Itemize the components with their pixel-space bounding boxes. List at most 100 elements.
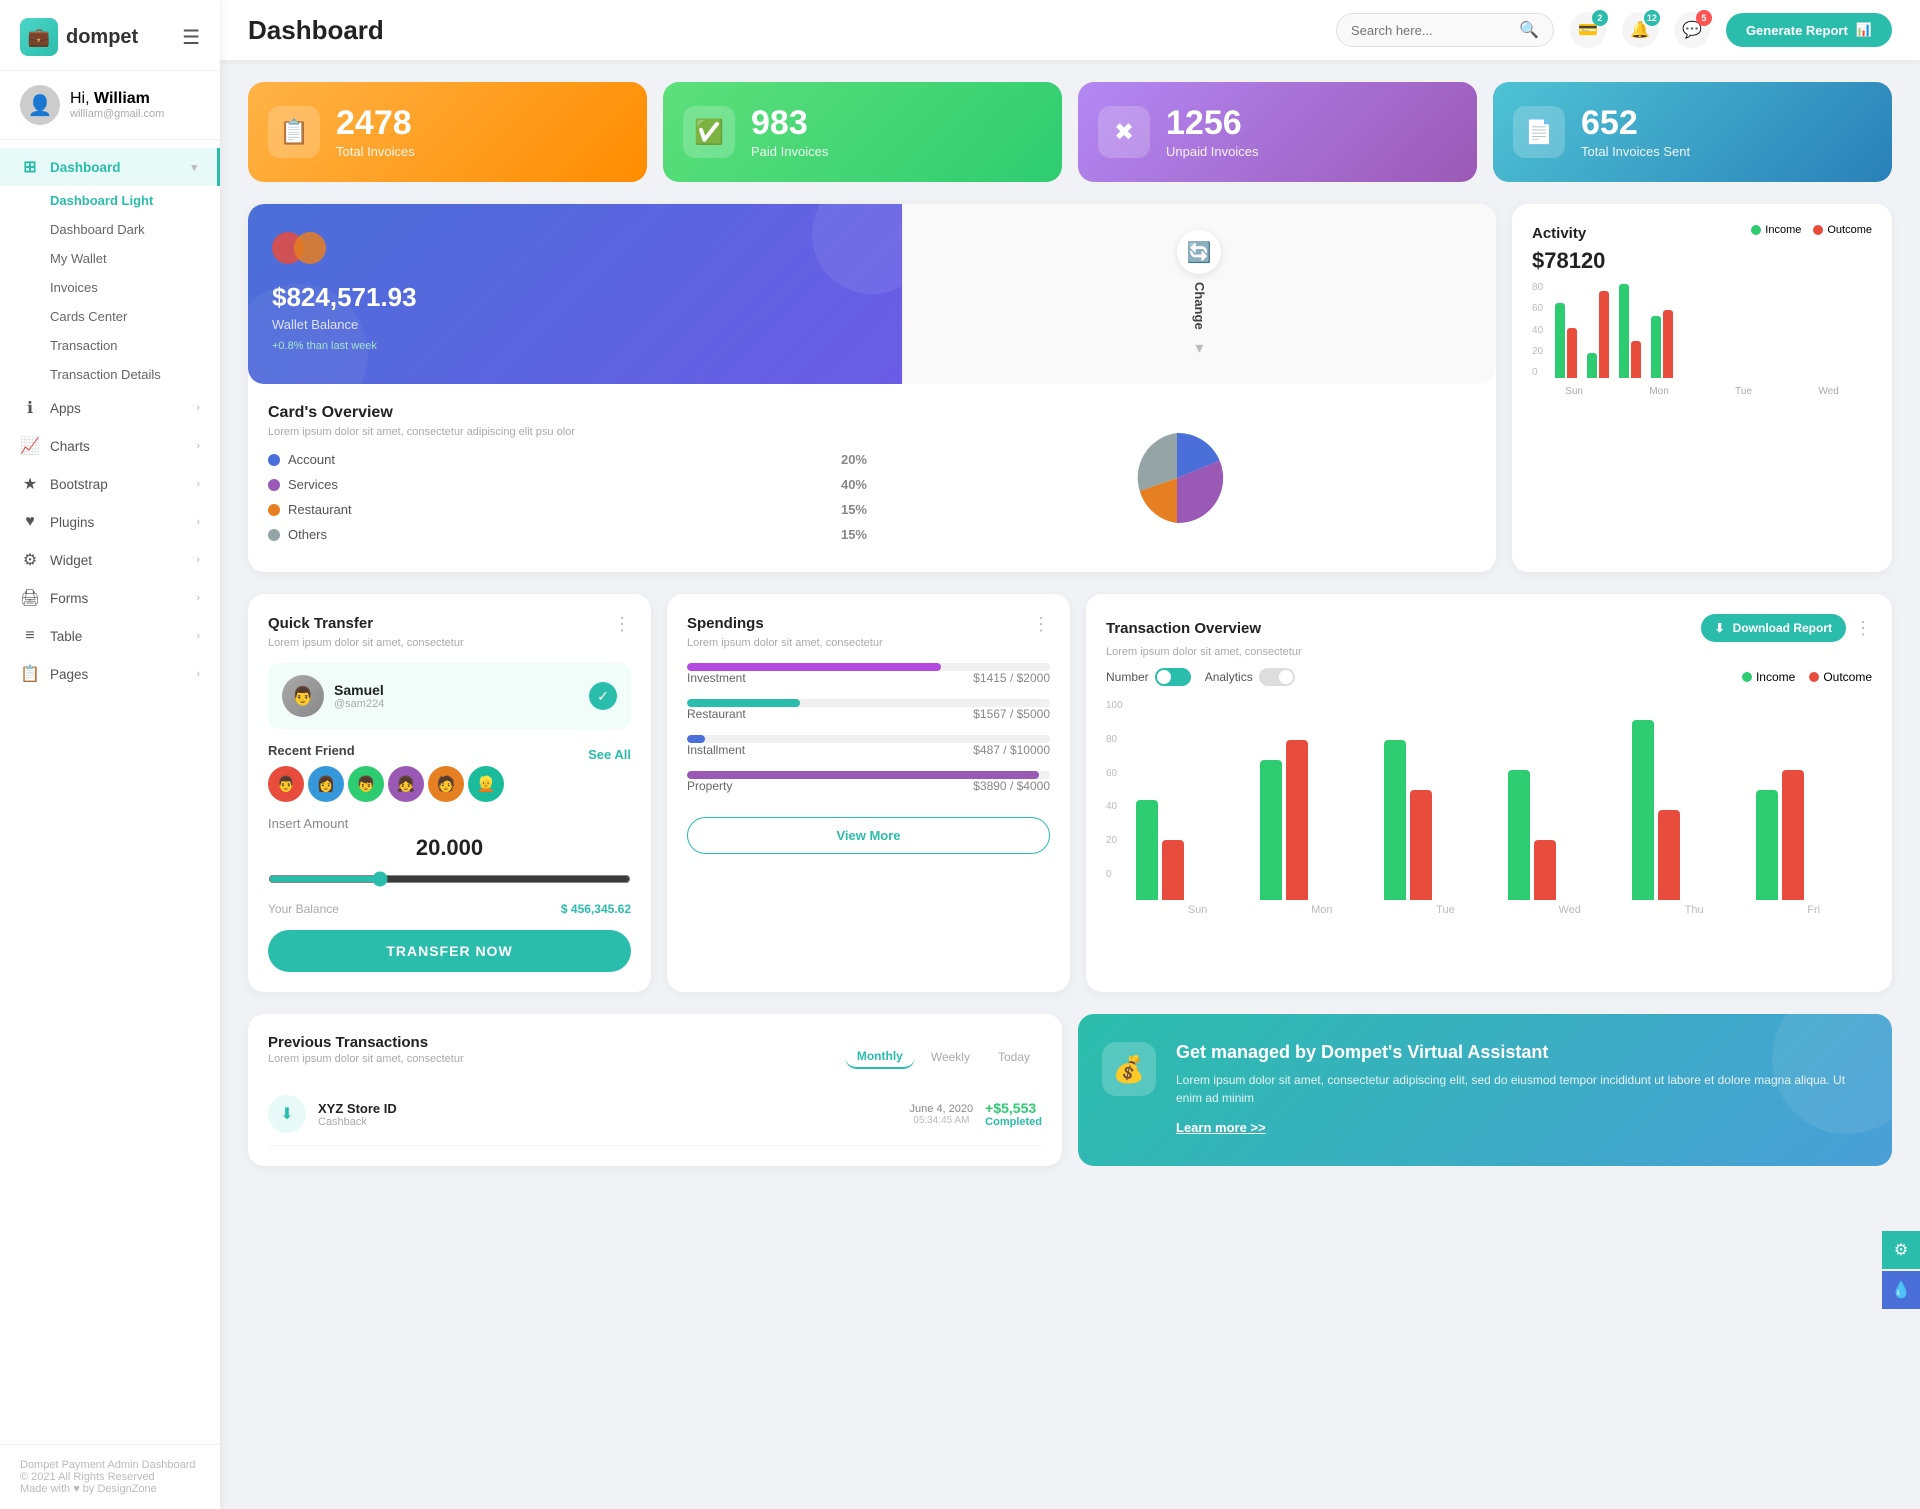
wallet-overview-inner: $824,571.93 Wallet Balance +0.8% than la… [248, 204, 1496, 384]
tx-row-sub: Cashback [318, 1116, 898, 1128]
balance-value: $ 456,345.62 [561, 902, 631, 916]
bar-sun-income [1555, 303, 1565, 378]
wallet-change: +0.8% than last week [272, 340, 878, 352]
tab-weekly[interactable]: Weekly [919, 1045, 982, 1069]
footer-line3: Made with ♥ by DesignZone [20, 1483, 200, 1495]
pie-chart-container [877, 404, 1476, 552]
chevron-right-icon: › [196, 402, 200, 414]
analytics-toggle-group: Analytics [1205, 668, 1295, 686]
nav-item-plugins[interactable]: ♥ Plugins › [0, 503, 220, 541]
table-icon: ≡ [20, 626, 40, 646]
friend-avatar-6[interactable]: 👱 [468, 766, 504, 802]
tx-row-name: XYZ Store ID [318, 1101, 898, 1116]
contact-check-icon: ✓ [589, 682, 617, 710]
sidebar: 💼 dompet ☰ 👤 Hi, William william@gmail.c… [0, 0, 220, 1509]
friend-avatar-1[interactable]: 👨 [268, 766, 304, 802]
wallet-icon-btn[interactable]: 💳 2 [1570, 12, 1606, 48]
nav-item-table[interactable]: ≡ Table › [0, 617, 220, 655]
number-toggle[interactable] [1155, 668, 1191, 686]
va-learn-more-link[interactable]: Learn more >> [1176, 1120, 1266, 1135]
tx-bar-mon-income [1260, 760, 1282, 900]
wallet-change-button[interactable]: 🔄 Change ▾ [902, 204, 1496, 384]
generate-report-label: Generate Report [1746, 23, 1848, 38]
wallet-amount: $824,571.93 [272, 282, 878, 313]
bar-wed-outcome [1663, 310, 1673, 378]
subnav-transaction-details[interactable]: Transaction Details [30, 360, 220, 389]
tx-bar-group-sun [1136, 800, 1252, 900]
sidebar-user: 👤 Hi, William william@gmail.com [0, 71, 220, 140]
dots-menu-transfer[interactable]: ⋮ [613, 614, 631, 635]
chevron-right-icon-widget: › [196, 554, 200, 566]
bell-icon-btn[interactable]: 🔔 12 [1622, 12, 1658, 48]
see-all-link[interactable]: See All [588, 747, 631, 762]
subnav-cards-center[interactable]: Cards Center [30, 302, 220, 331]
chevron-down-icon-change: ▾ [1195, 338, 1203, 358]
nav-item-apps[interactable]: ℹ Apps › [0, 389, 220, 427]
analytics-toggle[interactable] [1259, 668, 1295, 686]
refresh-icon: 🔄 [1177, 230, 1221, 274]
prev-tx-tabs: Monthly Weekly Today [845, 1045, 1042, 1069]
view-more-button[interactable]: View More [687, 817, 1050, 854]
dots-menu-spendings[interactable]: ⋮ [1032, 614, 1050, 635]
investment-bar-fill [687, 663, 941, 671]
friend-avatar-2[interactable]: 👩 [308, 766, 344, 802]
nav-item-widget[interactable]: ⚙ Widget › [0, 541, 220, 579]
activity-legend: Income Outcome [1751, 224, 1872, 236]
transfer-now-button[interactable]: TRANSFER NOW [268, 930, 631, 972]
friend-avatar-3[interactable]: 👦 [348, 766, 384, 802]
income-label: Income [1765, 224, 1801, 236]
chat-icon-btn[interactable]: 💬 5 [1674, 12, 1710, 48]
tx-row-icon: ⬇ [268, 1095, 306, 1133]
unpaid-invoices-label: Unpaid Invoices [1166, 144, 1259, 159]
settings-float-button[interactable]: ⚙ [1882, 1231, 1920, 1269]
property-header: Property $3890 / $4000 [687, 779, 1050, 793]
topbar: Dashboard 🔍 💳 2 🔔 12 💬 5 Generate Report… [220, 0, 1920, 60]
search-input[interactable] [1351, 23, 1511, 38]
investment-label: Investment [687, 671, 746, 685]
spendings-items: Investment $1415 / $2000 [687, 663, 1050, 793]
friend-avatar-4[interactable]: 👧 [388, 766, 424, 802]
nav-item-bootstrap[interactable]: ★ Bootstrap › [0, 465, 220, 503]
nav-item-dashboard[interactable]: ⊞ Dashboard ▾ [0, 148, 220, 186]
nav-item-forms[interactable]: 🖨 Forms › [0, 579, 220, 617]
subnav-transaction[interactable]: Transaction [30, 331, 220, 360]
nav-item-charts[interactable]: 📈 Charts › [0, 427, 220, 465]
logo-icon: 💼 [20, 18, 58, 56]
unpaid-invoices-info: 1256 Unpaid Invoices [1166, 106, 1259, 159]
subnav-dashboard-dark[interactable]: Dashboard Dark [30, 215, 220, 244]
generate-report-button[interactable]: Generate Report 📊 [1726, 13, 1892, 47]
charts-icon: 📈 [20, 436, 40, 456]
amount-slider[interactable] [268, 871, 631, 887]
tx-bar-fri-outcome [1782, 770, 1804, 900]
contact-info: Samuel @sam224 [334, 682, 384, 710]
paid-invoices-icon: ✅ [683, 106, 735, 158]
friend-avatar-5[interactable]: 🧑 [428, 766, 464, 802]
bar-group-sun [1555, 303, 1577, 378]
tab-monthly[interactable]: Monthly [845, 1045, 915, 1069]
subnav-my-wallet[interactable]: My Wallet [30, 244, 220, 273]
sidebar-footer: Dompet Payment Admin Dashboard © 2021 Al… [0, 1444, 220, 1509]
tx-row-datetime: June 4, 2020 05:34:45 AM [910, 1103, 974, 1126]
services-pct: 40% [841, 477, 867, 492]
tab-today[interactable]: Today [986, 1045, 1042, 1069]
amount-label: Insert Amount [268, 816, 631, 831]
va-content: Get managed by Dompet's Virtual Assistan… [1176, 1042, 1868, 1137]
hamburger-icon[interactable]: ☰ [182, 25, 200, 50]
avatar: 👤 [20, 85, 60, 125]
info-float-button[interactable]: 💧 [1882, 1271, 1920, 1309]
subnav-invoices[interactable]: Invoices [30, 273, 220, 302]
plugins-icon: ♥ [20, 512, 40, 532]
paid-invoices-number: 983 [751, 106, 828, 140]
dots-menu-tx[interactable]: ⋮ [1854, 618, 1872, 639]
table-row: ⬇ XYZ Store ID Cashback June 4, 2020 05:… [268, 1083, 1042, 1146]
spending-investment: Investment $1415 / $2000 [687, 663, 1050, 685]
nav-item-pages[interactable]: 📋 Pages › [0, 655, 220, 693]
subnav-dashboard-light[interactable]: Dashboard Light [30, 186, 220, 215]
download-report-button[interactable]: ⬇ Download Report [1701, 614, 1846, 642]
side-float-buttons: ⚙ 💧 [1882, 1231, 1920, 1309]
chevron-right-icon-charts: › [196, 440, 200, 452]
prev-tx-desc: Lorem ipsum dolor sit amet, consectetur [268, 1053, 464, 1065]
tx-rows: ⬇ XYZ Store ID Cashback June 4, 2020 05:… [268, 1083, 1042, 1146]
logo-text: dompet [66, 26, 138, 49]
bootstrap-icon: ★ [20, 474, 40, 494]
